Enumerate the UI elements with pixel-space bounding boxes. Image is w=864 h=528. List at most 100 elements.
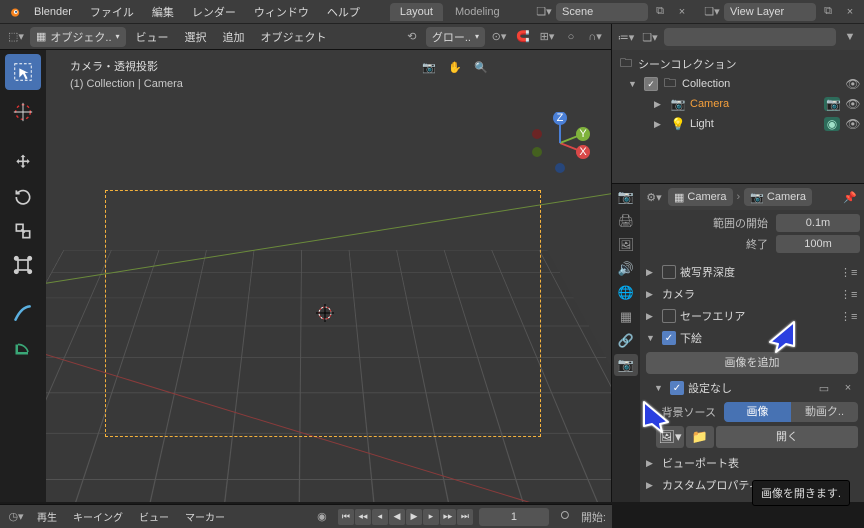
visibility-toggle[interactable]: 👁 [844, 97, 862, 111]
outliner-editor-icon[interactable]: ≔▾ [616, 28, 636, 46]
autokey-icon[interactable]: ◉ [312, 508, 332, 526]
disclosure-icon[interactable]: ▶ [654, 99, 666, 110]
timeline-keying[interactable]: キーイング [68, 507, 128, 526]
menu-window[interactable]: ウィンドウ [246, 1, 317, 23]
outliner-search[interactable] [664, 28, 836, 46]
3d-viewport[interactable]: カメラ・透視投影 (1) Collection | Camera 📷 ✋ 🔍 X… [0, 50, 611, 502]
pin-icon[interactable]: 📌 [840, 188, 860, 206]
bgimg-remove-icon[interactable]: × [838, 379, 858, 397]
tool-rotate[interactable] [5, 182, 41, 212]
mode-dropdown[interactable]: ▦ オブジェク.. ▾ [30, 27, 126, 47]
proptab-world[interactable]: 🌐 [614, 282, 638, 304]
workspace-tab-modeling[interactable]: Modeling [445, 3, 510, 21]
timeline-marker[interactable]: マーカー [180, 507, 230, 526]
pivot-icon[interactable]: ⊙▾ [489, 28, 509, 46]
bgimg-expand-icon[interactable]: ▭ [814, 379, 834, 397]
prev-frame-icon[interactable]: ◂ [372, 509, 388, 525]
timeline-editor-icon[interactable]: ◷▾ [6, 508, 26, 526]
panel-options-icon[interactable]: ⋮≡ [840, 266, 858, 279]
tool-cursor[interactable] [5, 94, 41, 130]
current-frame-field[interactable]: 1 [479, 508, 549, 526]
panel-options-icon[interactable]: ⋮≡ [840, 310, 858, 323]
hdr-select[interactable]: 選択 [179, 26, 213, 48]
tool-select-box[interactable] [5, 54, 41, 90]
panel-options-icon[interactable]: ⋮≡ [840, 288, 858, 301]
folder-icon[interactable]: 📁 [686, 426, 714, 448]
viewlayer-name-field[interactable] [724, 3, 816, 21]
proptab-object[interactable]: ▦ [614, 306, 638, 328]
workspace-tab-layout[interactable]: Layout [390, 3, 443, 21]
navigation-gizmo[interactable]: X Y Z [529, 112, 591, 174]
camera-data-icon[interactable]: 📷 [824, 97, 840, 111]
editor-type-icon[interactable]: ⬚▾ [6, 28, 26, 46]
snap-target-icon[interactable]: ⊞▾ [537, 28, 557, 46]
tree-scene-collection[interactable]: 🗀 シーンコレクション [614, 54, 862, 74]
scene-browse-icon[interactable]: ❏▾ [534, 3, 554, 21]
clip-end-field[interactable]: 100m [776, 235, 860, 253]
play-reverse-icon[interactable]: ◀ [389, 509, 405, 525]
bgimg-checkbox[interactable]: ✓ [662, 331, 676, 345]
viewlayer-name-input[interactable] [730, 6, 810, 18]
jump-end-icon[interactable]: ⏭ [457, 509, 473, 525]
visibility-toggle[interactable]: 👁 [844, 77, 862, 91]
jump-start-icon[interactable]: ⏮ [338, 509, 354, 525]
outliner-tree[interactable]: 🗀 シーンコレクション ▼ ✓ 🗀 Collection 👁 ▶ 📷 Camer… [612, 50, 864, 183]
tree-collection[interactable]: ▼ ✓ 🗀 Collection 👁 [614, 74, 862, 94]
dof-checkbox[interactable] [662, 265, 676, 279]
scene-delete-icon[interactable]: × [672, 3, 692, 21]
menu-render[interactable]: レンダー [184, 1, 244, 23]
panel-safe-areas[interactable]: ▶ セーフエリア ⋮≡ [644, 305, 860, 327]
props-editor-icon[interactable]: ⚙▾ [644, 188, 664, 206]
proptab-viewlayer[interactable]: 🖼 [614, 234, 638, 256]
zoom-icon[interactable]: 🔍 [471, 58, 491, 76]
proptab-data-camera[interactable]: 📷 [614, 354, 638, 376]
open-button[interactable]: 開く [716, 426, 858, 448]
collection-enable-checkbox[interactable]: ✓ [644, 77, 658, 91]
menu-help[interactable]: ヘルプ [319, 1, 368, 23]
lock-range-icon[interactable]: ⭘ [555, 508, 575, 526]
hdr-add[interactable]: 追加 [217, 26, 251, 48]
bg-source-image[interactable]: 画像 [724, 402, 791, 422]
bgimg-item-checkbox[interactable]: ✓ [670, 381, 684, 395]
scene-name-input[interactable] [562, 6, 642, 18]
next-frame-icon[interactable]: ▸ [423, 509, 439, 525]
hdr-view[interactable]: ビュー [130, 26, 175, 48]
scene-name-field[interactable] [556, 3, 648, 21]
tool-measure[interactable] [5, 332, 41, 362]
proptab-scene[interactable]: 🔊 [614, 258, 638, 280]
menu-file[interactable]: ファイル [82, 1, 142, 23]
proptab-constraints[interactable]: 🔗 [614, 330, 638, 352]
bg-source-segmented[interactable]: 画像 動画ク.. [724, 402, 858, 422]
panel-camera[interactable]: ▶ カメラ ⋮≡ [644, 283, 860, 305]
timeline-view[interactable]: ビュー [134, 507, 174, 526]
breadcrumb-data[interactable]: 📷 Camera [744, 188, 812, 206]
panel-dof[interactable]: ▶ 被写界深度 ⋮≡ [644, 261, 860, 283]
bg-source-movie[interactable]: 動画ク.. [791, 402, 858, 422]
safe-checkbox[interactable] [662, 309, 676, 323]
visibility-toggle[interactable]: 👁 [844, 117, 862, 131]
tool-scale[interactable] [5, 216, 41, 246]
clip-start-field[interactable]: 0.1m [776, 214, 860, 232]
proportional-falloff-icon[interactable]: ∩▾ [585, 28, 605, 46]
disclosure-icon[interactable]: ▶ [654, 119, 666, 130]
disclosure-icon[interactable]: ▼ [628, 79, 640, 89]
viewlayer-new-icon[interactable]: ⧉ [818, 3, 838, 21]
pan-icon[interactable]: ✋ [445, 58, 465, 76]
outliner-display-icon[interactable]: ❏▾ [640, 28, 660, 46]
jump-keyframe-back-icon[interactable]: ◂◂ [355, 509, 371, 525]
panel-viewport-display[interactable]: ▶ ビューポート表 [644, 452, 860, 474]
subpanel-no-settings[interactable]: ▼ ✓ 設定なし ▭ × [644, 377, 860, 399]
camera-view-icon[interactable]: 📷 [419, 58, 439, 76]
outliner-filter-icon[interactable]: ▼ [840, 28, 860, 46]
tree-item-light[interactable]: ▶ 💡 Light ◉ 👁 [614, 114, 862, 134]
proportional-icon[interactable]: ○ [561, 28, 581, 46]
play-icon[interactable]: ▶ [406, 509, 422, 525]
snap-icon[interactable]: 🧲 [513, 28, 533, 46]
tool-move[interactable] [5, 148, 41, 178]
scene-new-icon[interactable]: ⧉ [650, 3, 670, 21]
panel-background-images[interactable]: ▼ ✓ 下絵 [644, 327, 860, 349]
jump-keyframe-fwd-icon[interactable]: ▸▸ [440, 509, 456, 525]
tool-annotate[interactable] [5, 298, 41, 328]
tool-transform[interactable] [5, 250, 41, 280]
breadcrumb-object[interactable]: ▦ Camera [668, 188, 733, 206]
